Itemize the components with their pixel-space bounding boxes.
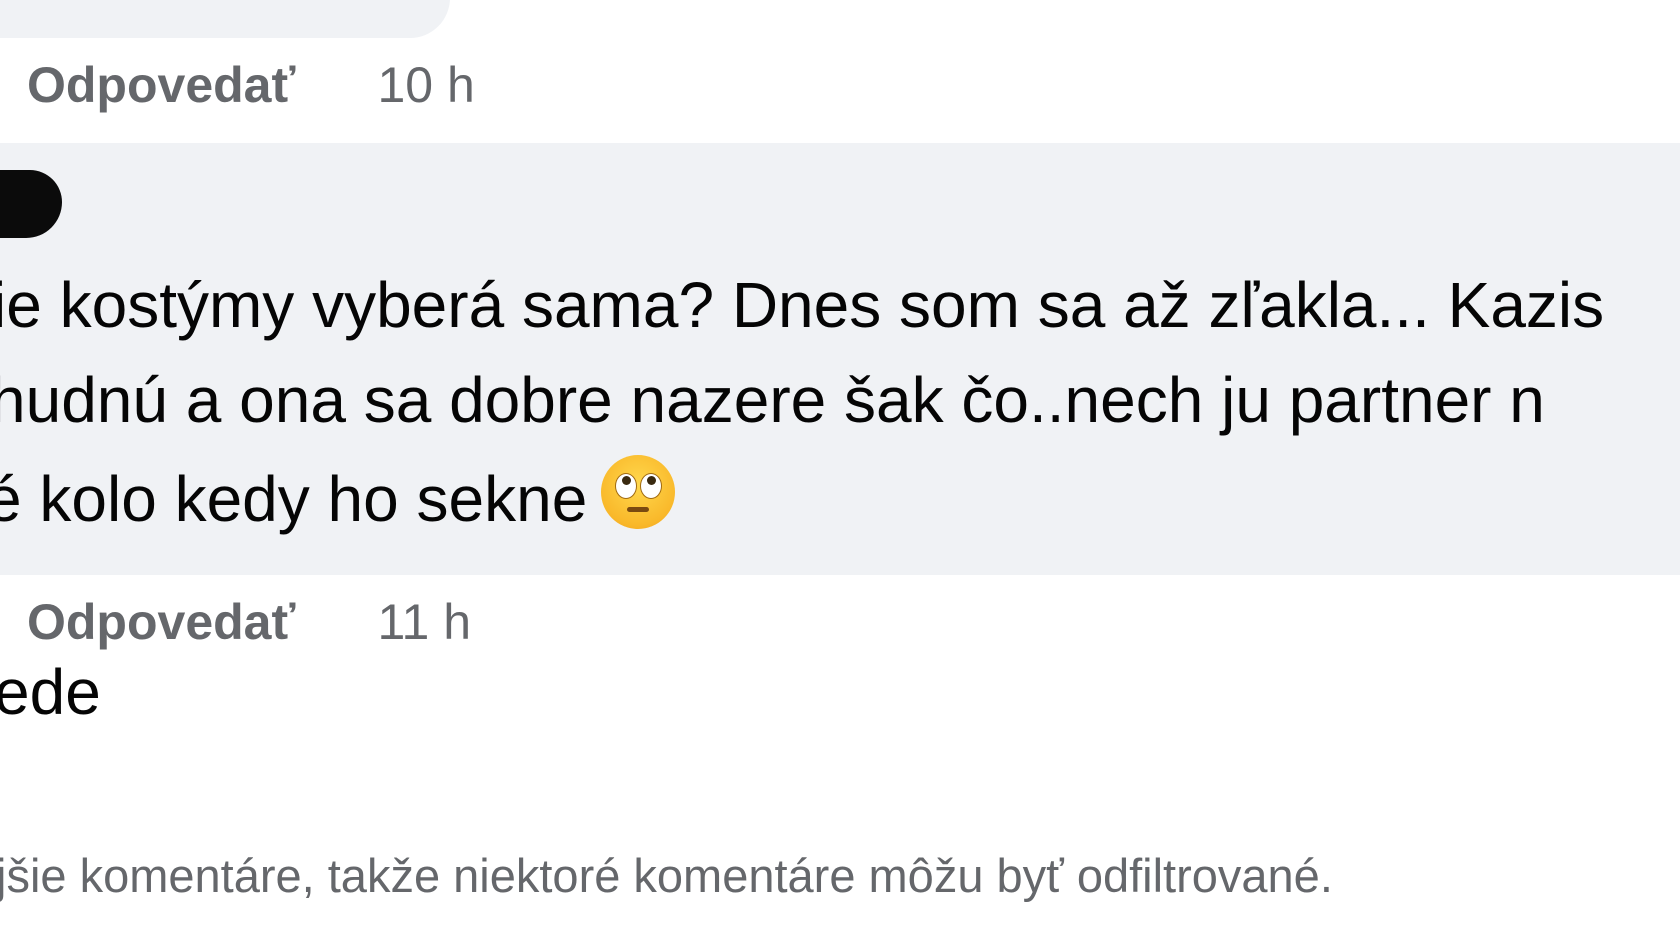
comment-timestamp[interactable]: 11 h [377,592,471,652]
comment-text-line: hudnú a ona sa dobre nazere šak čo..nech… [0,364,1545,436]
comment-text-line: ie kostýmy vyberá sama? Dnes som sa až z… [0,269,1605,341]
emoji-pupil [647,476,657,485]
comment-actions: Odpovedať 11 h [27,592,471,652]
emoji-eye [615,473,638,499]
comment-timestamp[interactable]: 10 h [377,55,474,115]
comments-section: Odpovedať 10 h ie kostýmy vyberá sama? D… [0,0,1680,945]
reply-button[interactable]: Odpovedať [27,55,295,115]
face-with-rolling-eyes-icon [601,455,676,529]
emoji-pupil [622,476,632,485]
emoji-eye [640,473,663,499]
comment-text-line: é kolo kedy ho sekne [0,463,588,535]
comment-filter-notice: jšie komentáre, takže niektoré komentáre… [0,849,1333,902]
next-comment-text: ede [0,656,101,728]
previous-comment-bubble [0,0,450,38]
comment-text-last-line: é kolo kedy ho sekne [0,455,676,539]
reply-button[interactable]: Odpovedať [27,592,295,652]
previous-comment-actions: Odpovedať 10 h [27,55,475,115]
emoji-mouth [627,507,650,512]
